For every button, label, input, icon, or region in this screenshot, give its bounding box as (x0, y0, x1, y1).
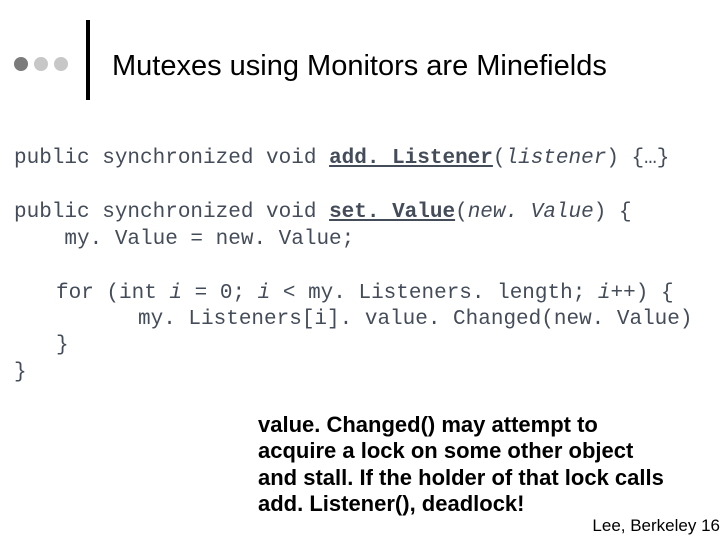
function-name: add. Listener (329, 147, 493, 170)
callout-text: value. Changed() may attempt to acquire … (258, 412, 678, 518)
code-line: for (int i = 0; i < my. Listeners. lengt… (14, 281, 706, 307)
footer-citation: Lee, Berkeley 16 (592, 516, 720, 536)
dot-icon (34, 57, 48, 71)
slide-title: Mutexes using Monitors are Minefields (112, 46, 607, 83)
dot-icon (54, 57, 68, 71)
code-line: } (14, 333, 706, 359)
code-line: } (14, 360, 706, 386)
slide-header: Mutexes using Monitors are Minefields (0, 0, 720, 118)
code-line: public synchronized void add. Listener(l… (14, 146, 706, 172)
dot-icon (14, 57, 28, 71)
function-name: set. Value (329, 201, 455, 224)
vertical-divider (86, 20, 90, 100)
code-line: public synchronized void set. Value(new.… (14, 200, 706, 226)
decorative-dots (14, 28, 86, 100)
code-line: my. Value = new. Value; (14, 227, 706, 253)
code-line: my. Listeners[i]. value. Changed(new. Va… (14, 307, 706, 333)
code-block: public synchronized void add. Listener(l… (0, 118, 720, 386)
